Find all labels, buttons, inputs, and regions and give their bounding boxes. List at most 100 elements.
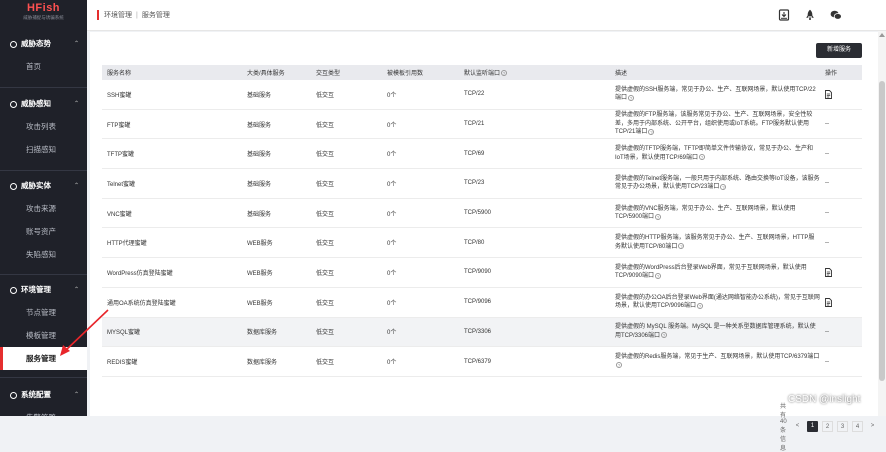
table-row: WordPress仿真登陆蜜罐 WEB服务 低交互 0个 TCP/9090 提供虚假的Wo… — [102, 257, 862, 288]
pagination-page-3[interactable]: 3 — [837, 420, 848, 432]
col-description: 描述 — [610, 65, 820, 80]
help-icon[interactable]: ? — [678, 243, 685, 250]
add-service-button[interactable]: 新增服务 — [816, 43, 862, 58]
cell-actions: -- — [820, 168, 862, 199]
cell-interaction-type: 低交互 — [311, 138, 382, 170]
help-icon[interactable]: ? — [697, 302, 704, 309]
cell-category: 基础服务 — [242, 138, 311, 170]
nav-group-threat-entity: 威胁实体 ⌃ 攻击来源 账号资产 失陷感知 — [0, 175, 87, 266]
help-icon[interactable]: ? — [655, 272, 662, 279]
pagination-prev-button[interactable]: < — [792, 421, 803, 432]
rocket-icon[interactable] — [804, 9, 816, 21]
cell-description: 提供虚假的TFTP服务端，TFTP即简单文件传输协议，常见于办公、生产和IoT场… — [615, 146, 813, 161]
nav-group-title[interactable]: 威胁感知 ⌃ — [0, 93, 87, 115]
cell-category: 基础服务 — [242, 80, 311, 110]
cell-category: 数据库服务 — [242, 317, 311, 348]
help-icon[interactable]: ? — [661, 332, 668, 339]
cell-actions: -- — [820, 198, 862, 229]
pagination-page-1[interactable]: 1 — [807, 420, 818, 432]
document-icon[interactable] — [825, 268, 832, 277]
cell-template-refs: 0个 — [382, 287, 459, 318]
cell-default-port: TCP/3306 — [459, 317, 610, 348]
cell-actions: -- — [820, 109, 862, 140]
col-service-name: 服务名称 — [102, 65, 242, 80]
help-icon[interactable]: ? — [720, 183, 727, 190]
cell-template-refs: 0个 — [382, 109, 459, 140]
document-icon[interactable] — [825, 89, 832, 99]
pagination-page-2[interactable]: 2 — [822, 420, 833, 432]
help-icon[interactable]: ? — [648, 128, 655, 135]
sidebar-item-service-management[interactable]: 服务管理 — [0, 347, 87, 370]
nav-group-threat-overview: 威胁态势 ⌃ 首页 — [0, 33, 87, 78]
settings-icon — [10, 391, 17, 399]
chat-icon[interactable] — [830, 9, 842, 21]
cell-service-name: REDIS蜜罐 — [102, 346, 242, 377]
cell-description: 提供虚假的HTTP服务端，该服务常见于办公、生产、互联网场景，HTTP服务默认使… — [615, 235, 815, 250]
watermark: CSDN @inslight — [788, 394, 861, 405]
sidebar-item-attack-list[interactable]: 攻击列表 — [0, 115, 87, 138]
sidebar-item-compromise[interactable]: 失陷感知 — [0, 243, 87, 266]
help-icon[interactable]: ? — [628, 94, 635, 101]
pagination-page-4[interactable]: 4 — [852, 420, 863, 432]
breadcrumb: 环境管理 | 服务管理 — [97, 10, 170, 20]
cell-default-port: TCP/80 — [459, 227, 610, 259]
scroll-up-arrow[interactable] — [879, 33, 885, 37]
cell-description: 提供虚假的办公OA后台登录Web界面(通达网络智能办公系统)，常见于互联网场景，… — [615, 294, 820, 310]
nav-group-title[interactable]: 威胁实体 ⌃ — [0, 175, 87, 197]
vertical-scrollbar[interactable] — [878, 31, 886, 416]
nav-group-title[interactable]: 威胁态势 ⌃ — [0, 33, 87, 55]
nav-group-threat-perception: 威胁感知 ⌃ 攻击列表 扫描感知 — [0, 93, 87, 161]
pagination-next-button[interactable]: > — [867, 421, 878, 432]
help-icon[interactable]: ? — [699, 154, 706, 161]
sidebar-item-node-management[interactable]: 节点管理 — [0, 301, 87, 324]
sidebar-item-attack-source[interactable]: 攻击来源 — [0, 197, 87, 220]
cell-default-port: TCP/9090 — [459, 257, 610, 288]
cell-category: WEB服务 — [242, 227, 311, 259]
cell-interaction-type: 低交互 — [311, 346, 382, 377]
cell-template-refs: 0个 — [382, 168, 459, 199]
sidebar-item-home[interactable]: 首页 — [0, 55, 87, 78]
scrollbar-thumb[interactable] — [879, 81, 885, 381]
cell-default-port: TCP/22 — [459, 80, 610, 110]
cell-template-refs: 0个 — [382, 257, 459, 288]
nav-group-title[interactable]: 系统配置 ⌃ — [0, 384, 87, 406]
top-header: 环境管理 | 服务管理 — [87, 0, 886, 31]
help-icon[interactable]: ? — [616, 361, 622, 368]
brand-name: HFish — [26, 2, 61, 14]
cell-service-name: WordPress仿真登陆蜜罐 — [102, 257, 242, 288]
table-row: HTTP代理蜜罐 WEB服务 低交互 0个 TCP/80 提供虚假的HTTP服务端，该服务… — [102, 227, 862, 259]
cell-template-refs: 0个 — [382, 198, 459, 229]
cell-actions — [820, 257, 862, 288]
sidebar-item-scan-perception[interactable]: 扫描感知 — [0, 138, 87, 161]
cell-description: 提供虚假的 MySQL 服务端。MySQL 是一种关系型数据库管理系统，默认使用… — [615, 324, 816, 339]
nav-group-title[interactable]: 环境管理 ⌃ — [0, 279, 87, 301]
cell-template-refs: 0个 — [382, 138, 459, 170]
cell-interaction-type: 低交互 — [311, 198, 382, 229]
cell-interaction-type: 低交互 — [311, 317, 382, 348]
chevron-up-icon: ⌃ — [73, 183, 79, 189]
sidebar-item-template-management[interactable]: 模板管理 — [0, 324, 87, 347]
service-management-panel: 新增服务 服务名称 大类/具体服务 交互类型 被模板引用数 默认监听端口? 描述… — [90, 32, 878, 452]
sidebar-item-account-assets[interactable]: 账号资产 — [0, 220, 87, 243]
sidebar-item-alert-policy[interactable]: 告警策略 — [0, 406, 87, 416]
document-icon[interactable] — [825, 297, 832, 307]
breadcrumb-item-env[interactable]: 环境管理 — [104, 10, 132, 20]
cell-category: 基础服务 — [242, 198, 311, 229]
cell-template-refs: 0个 — [382, 317, 459, 348]
dashboard-icon — [10, 40, 17, 48]
cell-actions: -- — [820, 138, 862, 170]
cell-service-name: TFTP蜜罐 — [102, 138, 242, 170]
cell-service-name: FTP蜜罐 — [102, 109, 242, 140]
chevron-up-icon: ⌃ — [73, 392, 79, 398]
table-row: REDIS蜜罐 数据库服务 低交互 0个 TCP/6379 提供虚假的Redis服务端，常… — [102, 346, 862, 377]
cell-service-name: Telnet蜜罐 — [102, 168, 242, 199]
cell-actions — [820, 287, 862, 318]
download-icon[interactable] — [778, 9, 790, 21]
cell-default-port: TCP/9096 — [459, 287, 610, 318]
help-icon[interactable]: ? — [501, 70, 508, 77]
help-icon[interactable]: ? — [655, 213, 662, 220]
brand-subtitle: 威胁捕捉与诱骗系统 — [23, 15, 64, 20]
cell-interaction-type: 低交互 — [311, 80, 382, 110]
chevron-up-icon: ⌃ — [73, 101, 79, 107]
entity-icon — [10, 182, 17, 190]
